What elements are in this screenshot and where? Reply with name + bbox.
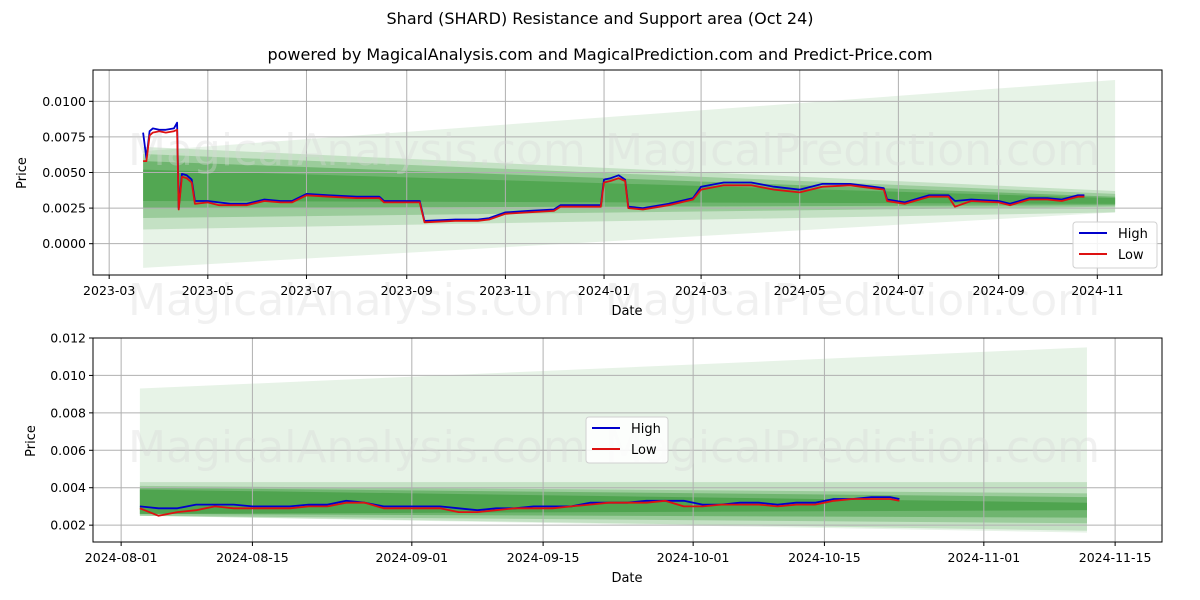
watermark-prediction: MagicalPrediction.com	[605, 125, 1100, 176]
top-x-tick-label: 2024-11	[1071, 283, 1123, 298]
top-y-tick-label: 0.0050	[42, 165, 86, 180]
bottom-x-tick-label: 2024-08-15	[216, 550, 289, 565]
top-x-tick-label: 2024-01	[578, 283, 630, 298]
legend-low-label: Low	[1118, 248, 1144, 263]
legend-high-label-bottom: High	[631, 422, 661, 437]
top-x-tick-label: 2023-09	[381, 283, 433, 298]
top-x-tick-label: 2023-11	[479, 283, 531, 298]
legend-low-label-bottom: Low	[631, 443, 657, 458]
bottom-x-tick-label: 2024-09-01	[375, 550, 448, 565]
bottom-x-axis-label: Date	[611, 571, 642, 586]
watermark-analysis: MagicalAnalysis.com	[128, 125, 586, 176]
bottom-y-tick-label: 0.012	[50, 331, 86, 346]
top-x-tick-label: 2023-05	[182, 283, 234, 298]
bottom-y-tick-label: 0.002	[50, 518, 86, 533]
bottom-y-tick-label: 0.004	[50, 480, 86, 495]
top-x-tick-label: 2023-07	[280, 283, 332, 298]
top-x-tick-label: 2024-09	[973, 283, 1025, 298]
top-chart: MagicalAnalysis.com MagicalPrediction.co…	[15, 69, 1163, 326]
bottom-x-tick-label: 2024-10-15	[788, 550, 861, 565]
top-x-tick-label: 2024-03	[675, 283, 727, 298]
top-y-tick-label: 0.0100	[42, 94, 86, 109]
bottom-x-tick-label: 2024-11-15	[1079, 550, 1152, 565]
top-x-tick-label: 2023-03	[83, 283, 135, 298]
bottom-x-tick-label: 2024-08-01	[85, 550, 158, 565]
watermark-analysis-bottom: MagicalAnalysis.com	[128, 422, 586, 473]
top-y-tick-label: 0.0000	[42, 236, 86, 251]
top-y-tick-label: 0.0025	[42, 201, 86, 216]
top-y-tick-label: 0.0075	[42, 129, 86, 144]
legend-high-label: High	[1118, 227, 1148, 242]
bottom-x-tick-label: 2024-11-01	[948, 550, 1021, 565]
bottom-x-tick-label: 2024-09-15	[507, 550, 580, 565]
bottom-legend: High Low	[585, 416, 669, 464]
top-x-tick-label: 2024-07	[872, 283, 924, 298]
chart-canvas: MagicalAnalysis.com MagicalPrediction.co…	[15, 69, 1163, 586]
top-legend: High Low	[1072, 221, 1158, 269]
bottom-y-axis-label: Price	[24, 425, 39, 457]
bottom-chart: MagicalAnalysis.com MagicalPrediction.co…	[24, 331, 1163, 586]
top-x-tick-label: 2024-05	[774, 283, 826, 298]
bottom-y-tick-label: 0.008	[50, 405, 86, 420]
bottom-y-tick-label: 0.006	[50, 443, 86, 458]
bottom-y-tick-label: 0.010	[50, 368, 86, 383]
watermark-prediction-bottom: MagicalPrediction.com	[605, 422, 1100, 473]
top-y-axis-label: Price	[15, 157, 30, 189]
bottom-x-tick-label: 2024-10-01	[657, 550, 730, 565]
top-x-axis-label: Date	[611, 304, 642, 319]
